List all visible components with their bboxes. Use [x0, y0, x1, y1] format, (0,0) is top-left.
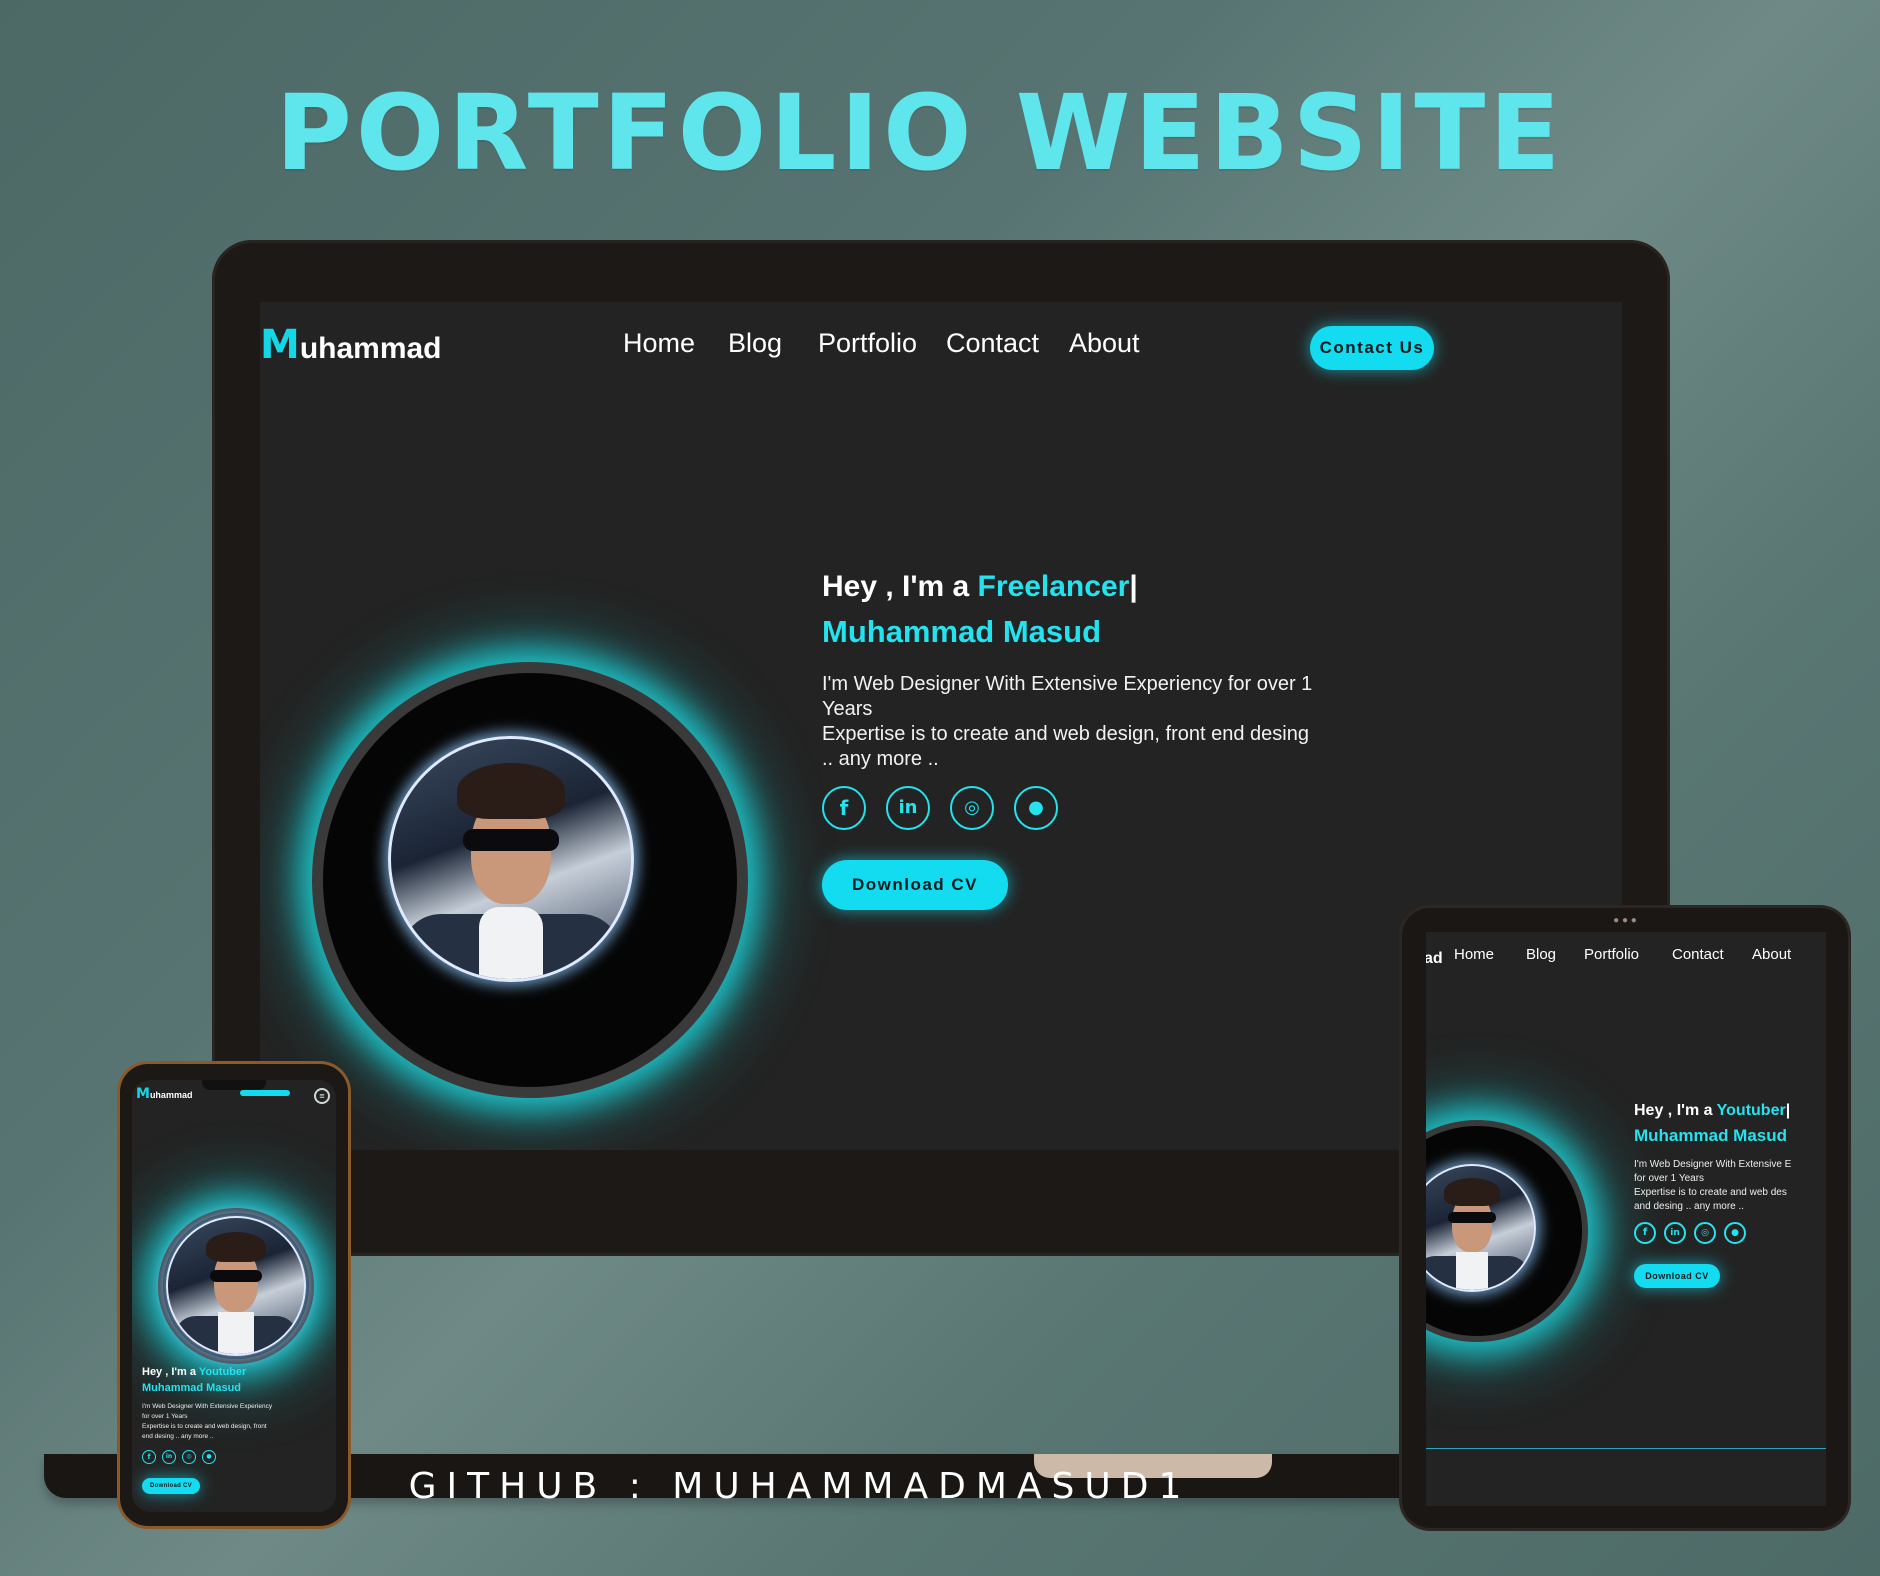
description-line: Expertise is to create and web des — [1634, 1187, 1787, 1198]
github-icon[interactable]: ● — [202, 1450, 216, 1464]
facebook-icon[interactable]: f — [1634, 1222, 1656, 1244]
typing-cursor: | — [1785, 1102, 1791, 1119]
photo-hair — [457, 763, 565, 819]
phone-greeting: Hey , I'm a — [142, 1366, 196, 1378]
logo-initial: M — [136, 1086, 150, 1102]
linkedin-icon[interactable]: in — [886, 786, 930, 830]
photo-hair — [1444, 1178, 1500, 1206]
github-icon[interactable]: ● — [1014, 786, 1058, 830]
tablet-nav-home[interactable]: Home — [1454, 946, 1494, 963]
tablet-name: Muhammad Masud — [1634, 1126, 1788, 1145]
instagram-icon[interactable]: ◎ — [1694, 1222, 1716, 1244]
site-logo[interactable]: Muhammad — [260, 322, 442, 368]
nav-home[interactable]: Home — [623, 328, 695, 359]
phone-screen: Muhammad ≡ Hey , I'm a Youtuber Muhammad… — [132, 1080, 336, 1512]
logo-initial: M — [260, 322, 300, 368]
photo-shirt — [1456, 1252, 1488, 1290]
linkedin-icon[interactable]: in — [1664, 1222, 1686, 1244]
tablet-mockup: ● ● ● ad Home Blog Portfolio Contact Abo… — [1402, 908, 1848, 1528]
phone-name: Muhammad Masud — [142, 1382, 242, 1394]
banner-title: PORTFOLIO WEBSITE — [275, 72, 1565, 194]
description-line: for over 1 Years — [1634, 1173, 1705, 1184]
hero-greeting: Hey , I'm a — [822, 570, 970, 603]
phone-description: I'm Web Designer With Extensive Experien… — [142, 1402, 272, 1442]
description-line: I'm Web Designer With Extensive Experien… — [142, 1403, 273, 1410]
hero-description: I'm Web Designer With Extensive Experien… — [822, 672, 1312, 772]
contact-us-button[interactable]: Contact Us — [1310, 326, 1434, 370]
description-line: Expertise is to create and web design, f… — [142, 1423, 267, 1430]
tablet-logo-fragment: ad — [1426, 950, 1443, 967]
logo-text: uhammad — [149, 1090, 193, 1100]
github-handle: GITHUB : MUHAMMADMASUD1 — [408, 1466, 1192, 1507]
hero-heading: Hey , I'm a Freelancer| — [822, 570, 1138, 604]
tablet-camera: ● ● ● — [1613, 915, 1637, 926]
tablet-nav-contact[interactable]: Contact — [1672, 946, 1724, 963]
nav-contact[interactable]: Contact — [946, 328, 1039, 359]
tablet-description: I'm Web Designer With Extensive E for ov… — [1634, 1158, 1791, 1214]
facebook-icon[interactable]: f — [142, 1450, 156, 1464]
phone-hero-heading: Hey , I'm a Youtuber — [142, 1366, 246, 1378]
facebook-icon[interactable]: f — [822, 786, 866, 830]
phone-mockup: Muhammad ≡ Hey , I'm a Youtuber Muhammad… — [120, 1064, 348, 1526]
description-line: and desing .. any more .. — [1634, 1201, 1745, 1212]
description-line: for over 1 Years — [142, 1413, 188, 1420]
tablet-screen: ad Home Blog Portfolio Contact About Hey… — [1426, 932, 1826, 1506]
description-line: I'm Web Designer With Extensive Experien… — [822, 673, 1313, 695]
tablet-nav-blog[interactable]: Blog — [1526, 946, 1556, 963]
sunglasses-icon — [463, 829, 559, 851]
tablet-nav-portfolio[interactable]: Portfolio — [1584, 946, 1639, 963]
instagram-icon[interactable]: ◎ — [950, 786, 994, 830]
phone-contact-button[interactable] — [240, 1090, 290, 1096]
download-cv-button[interactable]: Download CV — [822, 860, 1008, 910]
tablet-nav-about[interactable]: About — [1752, 946, 1791, 963]
description-line: end desing .. any more .. — [142, 1433, 214, 1440]
sunglasses-icon — [1448, 1212, 1496, 1223]
photo-shirt — [218, 1312, 254, 1354]
instagram-icon[interactable]: ◎ — [182, 1450, 196, 1464]
sunglasses-icon — [210, 1270, 262, 1282]
description-line: I'm Web Designer With Extensive E — [1634, 1159, 1792, 1170]
avatar — [388, 736, 634, 982]
phone-role: Youtuber — [198, 1366, 247, 1378]
tablet-download-cv-button[interactable]: Download CV — [1634, 1264, 1720, 1288]
description-line: Expertise is to create and web design, f… — [822, 723, 1309, 745]
tablet-role: Youtuber — [1716, 1102, 1786, 1119]
tablet-greeting: Hey , I'm a — [1634, 1102, 1713, 1119]
description-line: Years — [822, 698, 873, 720]
menu-icon[interactable]: ≡ — [314, 1088, 330, 1104]
photo-shirt — [479, 907, 543, 979]
phone-avatar — [166, 1216, 306, 1356]
github-icon[interactable]: ● — [1724, 1222, 1746, 1244]
linkedin-icon[interactable]: in — [162, 1450, 176, 1464]
nav-portfolio[interactable]: Portfolio — [818, 328, 917, 359]
phone-notch — [202, 1080, 266, 1090]
photo-hair — [206, 1232, 266, 1262]
hero-role: Freelancer — [977, 570, 1130, 603]
tablet-divider — [1426, 1448, 1826, 1449]
tablet-hero-heading: Hey , I'm a Youtuber| — [1634, 1102, 1790, 1120]
description-line: .. any more .. — [822, 748, 939, 770]
logo-text: uhammad — [299, 332, 442, 365]
typing-cursor: | — [1129, 570, 1138, 603]
phone-logo[interactable]: Muhammad — [136, 1086, 192, 1102]
nav-about[interactable]: About — [1069, 328, 1140, 359]
nav-blog[interactable]: Blog — [728, 328, 782, 359]
hero-name: Muhammad Masud — [822, 614, 1102, 649]
